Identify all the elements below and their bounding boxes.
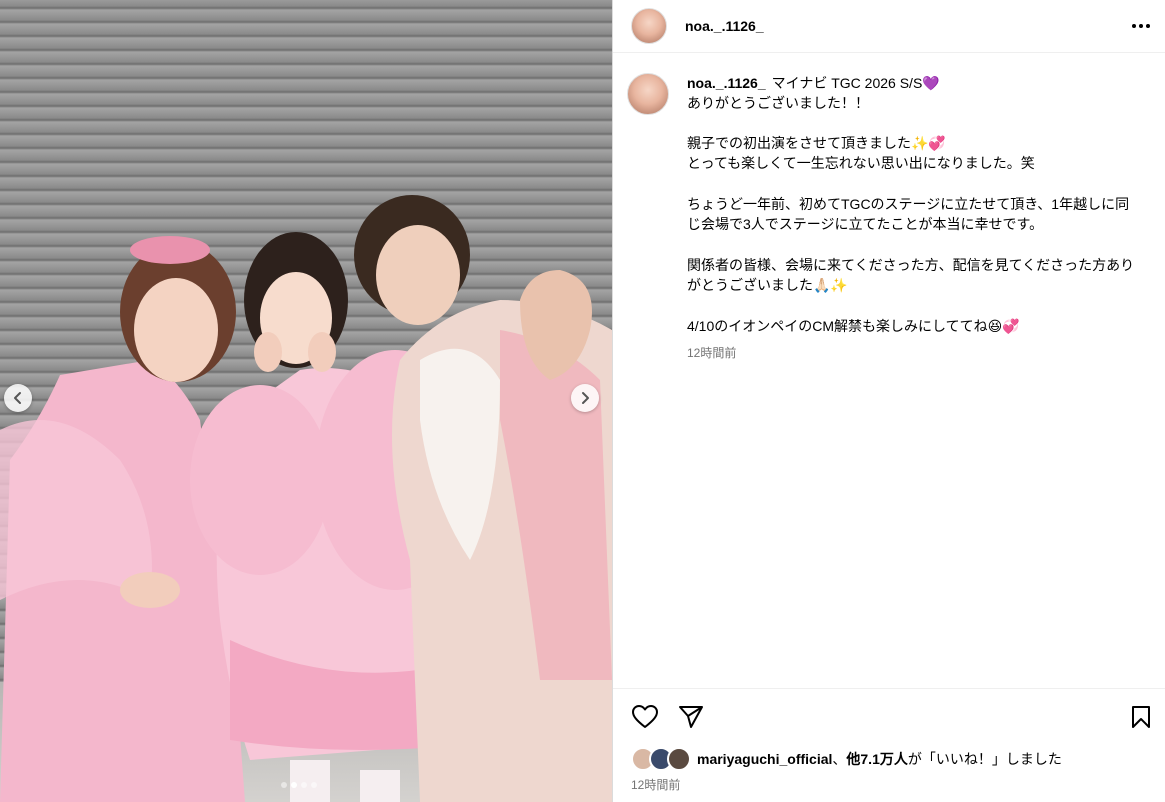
like-button[interactable] (631, 703, 659, 731)
more-horizontal-icon (1132, 24, 1150, 28)
post-side-panel: noa._.1126_ noa._.1126_ マイナビ TGC 2026 S/S… (612, 0, 1165, 802)
share-button[interactable] (677, 703, 705, 731)
carousel-dot-active (291, 782, 297, 788)
chevron-right-icon (582, 392, 589, 404)
likes-suffix: が「いいね！」しました (907, 751, 1062, 767)
post-timestamp[interactable]: 12時間前 (631, 776, 680, 793)
post-media (0, 0, 612, 802)
caption-text: noa._.1126_ マイナビ TGC 2026 S/S💜 ありがとうございまし… (687, 73, 1137, 363)
caption-line: とっても楽しくて一生忘れない思い出になりました。笑 (687, 155, 1035, 171)
caption-username[interactable]: noa._.1126_ (687, 75, 766, 91)
carousel-dot (281, 782, 287, 788)
caption-timestamp[interactable]: 12時間前 (687, 343, 1137, 363)
caption-line: マイナビ TGC 2026 S/S💜 (771, 75, 940, 91)
likes-separator: 、 (832, 751, 847, 767)
caption-line: 4/10のイオンペイのCM解禁も楽しみにしててね😆💞 (687, 318, 1020, 334)
more-options-button[interactable] (1129, 14, 1153, 38)
chevron-left-icon (14, 392, 21, 404)
carousel-indicator (281, 782, 317, 788)
carousel-prev-button[interactable] (4, 384, 32, 412)
caption-section: noa._.1126_ マイナビ TGC 2026 S/S💜 ありがとうございまし… (613, 53, 1165, 363)
save-button[interactable] (1127, 703, 1155, 731)
post-header: noa._.1126_ (613, 0, 1165, 53)
liker-avatars[interactable] (631, 747, 691, 771)
bookmark-icon (1132, 705, 1150, 728)
action-bar (613, 688, 1165, 744)
send-icon (679, 705, 703, 728)
author-avatar[interactable] (631, 8, 667, 44)
post-photo (0, 195, 612, 802)
caption-line: ありがとうございました！！ (687, 95, 869, 111)
likes-count[interactable]: 他7.1万人 (846, 749, 907, 769)
carousel-dot (311, 782, 317, 788)
caption-line: ちょうど一年前、初めてTGCのステージに立たせて頂き、1年越しに同じ会場で3人で… (687, 196, 1130, 232)
carousel-next-button[interactable] (571, 384, 599, 412)
likes-summary: mariyaguchi_official 、 他7.1万人 が「いいね！」しまし… (631, 747, 1062, 771)
author-username[interactable]: noa._.1126_ (685, 18, 764, 34)
heart-icon (632, 704, 658, 728)
post-dialog: noa._.1126_ noa._.1126_ マイナビ TGC 2026 S/S… (0, 0, 1165, 802)
caption-avatar[interactable] (627, 73, 669, 115)
liker-username[interactable]: mariyaguchi_official (697, 751, 832, 767)
caption-line: 親子での初出演をさせて頂きました✨💞 (687, 135, 946, 151)
liker-avatar (667, 747, 691, 771)
carousel-dot (301, 782, 307, 788)
caption-line: 関係者の皆様、会場に来てくださった方、配信を見てくださった方ありがとうございまし… (687, 257, 1135, 293)
